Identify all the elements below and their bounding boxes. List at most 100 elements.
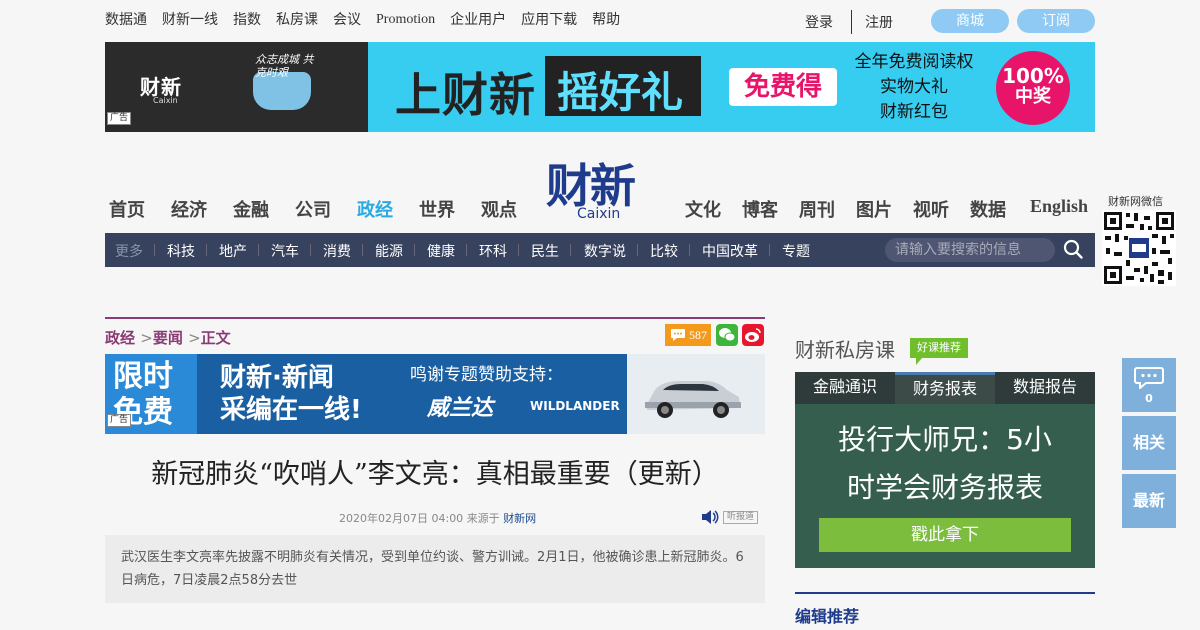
subnav-item-compare[interactable]: 比较 [650, 241, 678, 261]
top-link-help[interactable]: 帮助 [592, 11, 620, 29]
editor-pick-rule [795, 592, 1095, 594]
breadcrumb-section[interactable]: 政经 [105, 329, 135, 347]
subnav-item-livelihood[interactable]: 民生 [531, 241, 559, 261]
nav-item-opinion[interactable]: 观点 [481, 196, 517, 222]
suv-car-icon [645, 381, 741, 418]
good-course-badge: 好课推荐 [910, 338, 968, 365]
article-source-prefix: 来源于 [466, 512, 500, 525]
article-ad-slogan-line: 采编在一线! [220, 395, 362, 425]
nav-item-photos[interactable]: 图片 [856, 196, 892, 222]
speaker-icon[interactable] [701, 509, 719, 525]
nav-item-world[interactable]: 世界 [419, 196, 455, 222]
banner-ad-text-highlight: 摇好礼 [557, 68, 684, 117]
subnav-divider [689, 244, 690, 256]
nav-item-home[interactable]: 首页 [109, 196, 145, 222]
subscribe-button[interactable]: 订阅 [1017, 9, 1095, 33]
nav-item-finance[interactable]: 金融 [233, 196, 269, 222]
subnav-item-consumer[interactable]: 消费 [323, 241, 351, 261]
subnav-divider [206, 244, 207, 256]
article-summary: 武汉医生李文亮率先披露不明肺炎有关情况，受到单位约谈、警方训诫。2月1日，他被确… [105, 535, 765, 603]
tab-finance-basics[interactable]: 金融通识 [795, 372, 895, 404]
qr-label: 财新网微信 [1108, 195, 1163, 208]
float-related-button[interactable]: 相关 [1122, 416, 1176, 470]
breadcrumb-sub[interactable]: 要闻 [153, 329, 183, 347]
tab-financial-statements[interactable]: 财务报表 [895, 372, 995, 404]
top-link-conference[interactable]: 会议 [333, 11, 361, 29]
private-class-title[interactable]: 财新私房课 [795, 334, 895, 363]
subnav-divider [362, 244, 363, 256]
top-link-frontline[interactable]: 财新一线 [162, 11, 218, 29]
nav-item-politics[interactable]: 政经 [357, 196, 393, 222]
course-chalkboard[interactable]: 投行大师兄：5小 时学会财务报表 戳此拿下 [795, 404, 1095, 568]
banner-ad-circle-percent: 100% [1002, 64, 1064, 88]
breadcrumb-sep: > [188, 329, 201, 347]
subnav-item-energy[interactable]: 能源 [375, 241, 403, 261]
subnav-divider [518, 244, 519, 256]
top-link-data[interactable]: 数据通 [105, 11, 147, 29]
top-link-app-download[interactable]: 应用下载 [521, 11, 577, 29]
tab-data-report[interactable]: 数据报告 [995, 372, 1095, 404]
search-input[interactable]: 请输入要搜索的信息 [885, 238, 1055, 262]
wechat-icon [719, 328, 736, 342]
article-date: 2020年02月07日 04:00 [339, 512, 464, 525]
article-source[interactable]: 财新网 [503, 512, 536, 525]
nav-item-economy[interactable]: 经济 [171, 196, 207, 222]
subnav-item-datatalk[interactable]: 数字说 [584, 241, 626, 261]
banner-ad-free-label: 免费得 [729, 68, 837, 106]
subnav-item-more[interactable]: 更多 [115, 241, 143, 261]
subnav-divider [637, 244, 638, 256]
login-divider [851, 10, 852, 34]
subnav-item-reform[interactable]: 中国改革 [702, 241, 758, 261]
top-link-promotion[interactable]: Promotion [376, 11, 435, 29]
top-link-index[interactable]: 指数 [233, 11, 261, 29]
banner-ad[interactable]: 财新 Caixin 众志成城 共克时艰 广告 上财新 摇好礼 免费得 全年免费阅… [105, 42, 1095, 132]
subnav-divider [570, 244, 571, 256]
subnav-divider [769, 244, 770, 256]
subnav-item-auto[interactable]: 汽车 [271, 241, 299, 261]
register-link[interactable]: 注册 [865, 12, 893, 32]
float-latest-button[interactable]: 最新 [1122, 474, 1176, 528]
nav-item-english[interactable]: English [1030, 196, 1088, 217]
mall-button[interactable]: 商城 [931, 9, 1009, 33]
share-weibo-button[interactable] [742, 324, 764, 346]
subnav-item-realestate[interactable]: 地产 [219, 241, 247, 261]
ad-tag: 广告 [107, 414, 132, 427]
nav-item-video[interactable]: 视听 [913, 196, 949, 222]
nav-item-companies[interactable]: 公司 [295, 196, 331, 222]
subnav-item-environment[interactable]: 环科 [479, 241, 507, 261]
banner-ad-prize: 实物大礼 [880, 77, 948, 97]
banner-ad-prize: 财新红包 [880, 102, 948, 122]
banner-ad-prize-circle: 100% 中奖 [996, 51, 1070, 125]
get-course-button[interactable]: 戳此拿下 [819, 518, 1071, 552]
nav-item-data[interactable]: 数据 [970, 196, 1006, 222]
course-headline-line: 时学会财务报表 [846, 471, 1043, 504]
banner-ad-prize: 全年免费阅读权 [854, 52, 974, 72]
subnav-item-health[interactable]: 健康 [427, 241, 455, 261]
top-link-enterprise[interactable]: 企业用户 [450, 11, 506, 29]
subnav-divider [310, 244, 311, 256]
top-bar: 数据通 财新一线 指数 私房课 会议 Promotion 企业用户 应用下载 帮… [105, 0, 1095, 42]
float-comment-button[interactable]: 0 [1122, 358, 1176, 412]
breadcrumb: 政经 >要闻 >正文 [105, 327, 231, 348]
nav-item-culture[interactable]: 文化 [685, 196, 721, 222]
share-wechat-button[interactable] [716, 324, 738, 346]
search-icon[interactable] [1063, 239, 1083, 259]
comment-bubble-icon [1134, 367, 1164, 389]
banner-ad-text-main: 上财新 [395, 68, 536, 122]
course-headline: 投行大师兄：5小 时学会财务报表 [795, 416, 1095, 512]
login-link[interactable]: 登录 [805, 12, 833, 32]
nav-item-weekly[interactable]: 周刊 [799, 196, 835, 222]
listen-report-button[interactable]: 听报道 [723, 511, 759, 524]
top-link-private-class[interactable]: 私房课 [276, 11, 318, 29]
breadcrumb-current: 正文 [200, 329, 231, 347]
comment-count-button[interactable]: 587 [665, 324, 711, 346]
subnav-item-topics[interactable]: 专题 [782, 241, 810, 261]
article-ad-brand-en: WILDLANDER [530, 399, 620, 413]
banner-ad-prize-list: 全年免费阅读权 实物大礼 财新红包 [845, 50, 983, 125]
subnav-item-tech[interactable]: 科技 [167, 241, 195, 261]
article-ad-limited-line: 限时 [113, 359, 173, 394]
article-top-rule [105, 317, 765, 319]
article-ad[interactable]: 限时 免费 广告 财新·新闻 采编在一线! 鸣谢专题赞助支持： 威兰达 WILD… [105, 354, 765, 434]
nav-item-blog[interactable]: 博客 [742, 196, 778, 222]
wechat-qr-code-icon [1102, 210, 1176, 286]
